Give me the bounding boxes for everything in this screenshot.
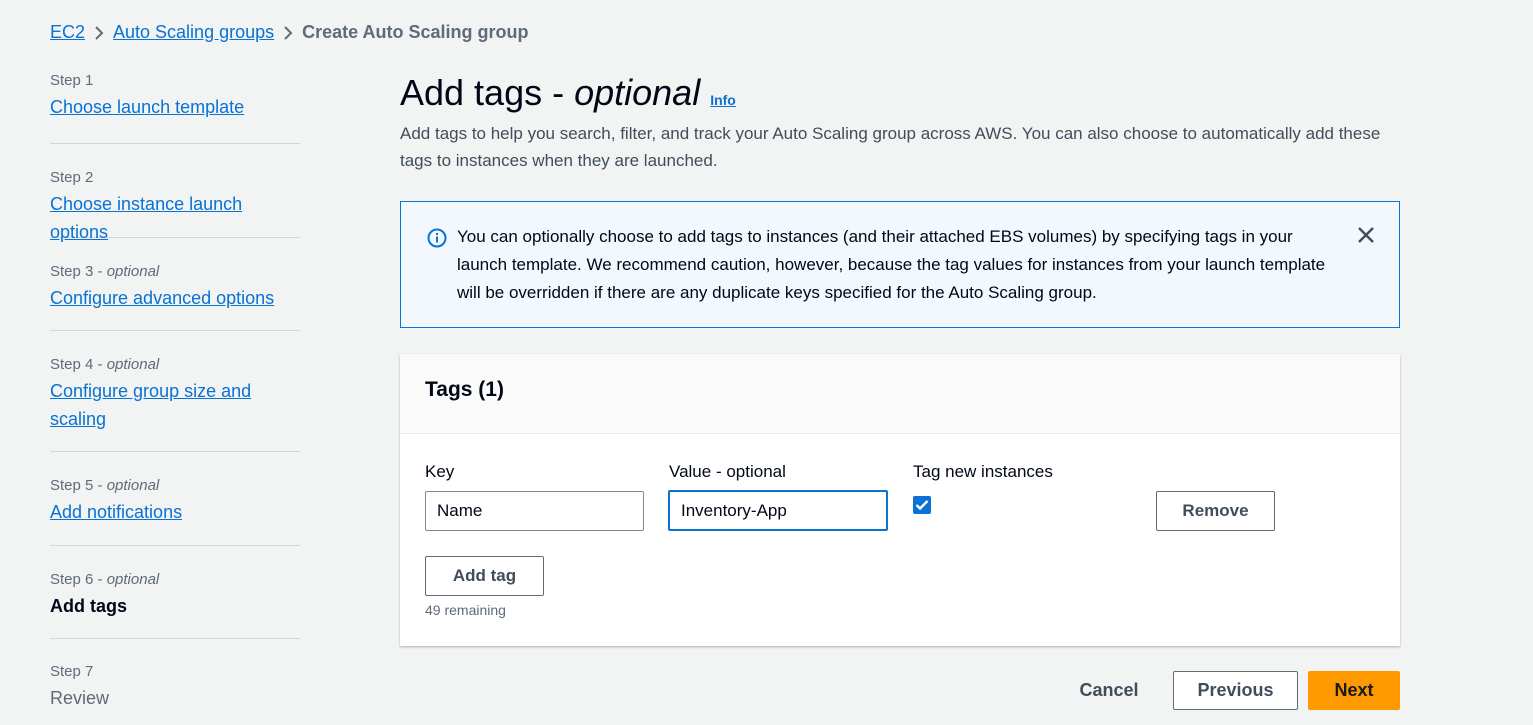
step-number: Step 3 - optional [50,263,160,280]
step-5: Step 5 - optional Add notifications [50,452,300,546]
main-content: Add tags - optional Info Add tags to hel… [400,72,1400,174]
step-link-add-notifications[interactable]: Add notifications [50,498,300,526]
tags-remaining-text: 49 remaining [425,602,506,618]
breadcrumb: EC2 Auto Scaling groups Create Auto Scal… [50,20,528,44]
tags-heading: Tags (1) [425,378,504,401]
tags-card: Tags (1) Key Value - optional Tag new in… [400,354,1400,646]
value-label: Value - optional [669,462,786,481]
add-tag-button[interactable]: Add tag [425,556,544,596]
tag-key-input[interactable] [425,491,644,531]
tags-card-header: Tags (1) [400,354,1400,434]
breadcrumb-ec2-link[interactable]: EC2 [50,22,85,43]
step-number: Step 4 - optional [50,356,160,373]
cancel-button[interactable]: Cancel [1060,671,1158,710]
page-description: Add tags to help you search, filter, and… [400,124,1381,170]
page-title: Add tags - optional Info [400,72,736,113]
close-icon[interactable] [1357,226,1375,249]
step-active-add-tags: Add tags [50,596,128,616]
step-number: Step 6 - optional [50,571,160,588]
step-7: Step 7 Review [50,639,300,712]
tag-value-input[interactable] [668,490,888,531]
step-number: Step 5 - optional [50,477,160,494]
step-number: Step 2 [50,169,94,186]
step-2: Step 2 Choose instance launch options [50,144,300,242]
step-review: Review [50,688,110,708]
previous-button[interactable]: Previous [1173,671,1298,710]
alert-text: You can optionally choose to add tags to… [457,227,1326,302]
step-1: Step 1 Choose launch template [50,70,300,144]
step-link-advanced-options[interactable]: Configure advanced options [50,284,300,312]
tag-new-instances-checkbox[interactable] [913,496,931,514]
remove-tag-button[interactable]: Remove [1156,491,1275,531]
step-number: Step 7 [50,663,94,680]
step-4: Step 4 - optional Configure group size a… [50,331,300,452]
key-label: Key [425,462,455,481]
step-link-choose-launch-template[interactable]: Choose launch template [50,93,300,121]
info-circle-icon [427,228,447,253]
breadcrumb-asg-link[interactable]: Auto Scaling groups [113,22,274,43]
step-link-group-size-scaling[interactable]: Configure group size and scaling [50,377,280,433]
info-link[interactable]: Info [710,92,736,108]
tag-new-instances-label: Tag new instances [913,462,1053,481]
next-button[interactable]: Next [1308,671,1400,710]
step-number: Step 1 [50,72,94,89]
step-3: Step 3 - optional Configure advanced opt… [50,238,300,331]
step-6: Step 6 - optional Add tags [50,546,300,639]
checkmark-icon [915,500,929,511]
info-alert: You can optionally choose to add tags to… [400,201,1400,328]
chevron-right-icon [85,22,113,43]
wizard-steps: Step 1 Choose launch template Step 2 Cho… [50,70,300,712]
chevron-right-icon [274,22,302,43]
breadcrumb-current: Create Auto Scaling group [302,21,529,42]
